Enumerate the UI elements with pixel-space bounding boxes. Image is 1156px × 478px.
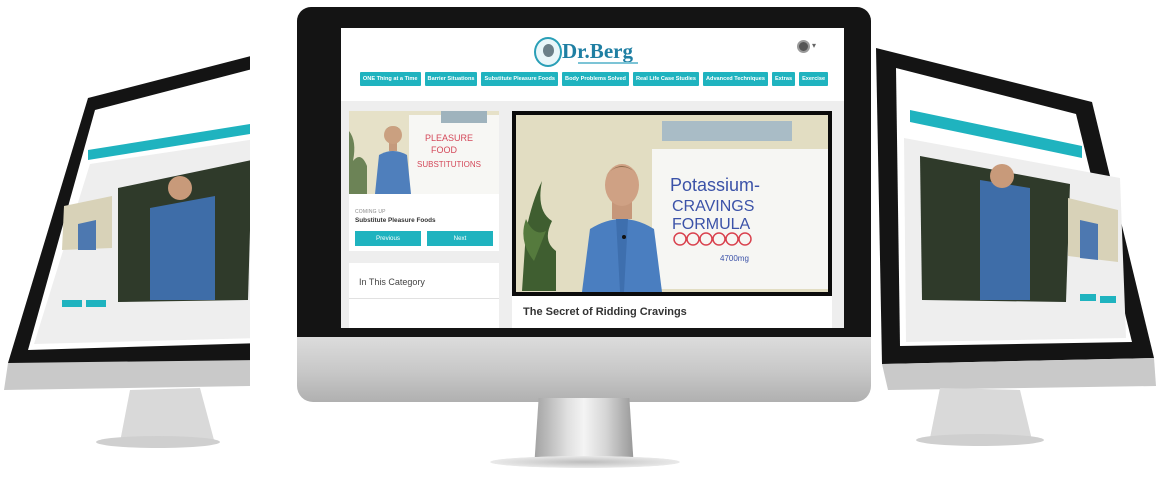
nav-item-advanced-techniques[interactable]: Advanced Techniques [702,72,768,86]
nav-item-exercise[interactable]: Exercise [799,72,829,86]
board-line-3: FORMULA [672,216,751,233]
nav-item-substitute-pleasure-foods[interactable]: Substitute Pleasure Foods [481,72,559,86]
nav-item-body-problems[interactable]: Body Problems Solved [562,72,629,86]
thumb-board-line-1: PLEASURE [425,133,473,143]
board-line-1: Potassium- [670,175,760,195]
doctor-portrait-icon [534,37,562,67]
thumbnail-image: PLEASURE FOOD SUBSTITUTIONS [349,111,499,194]
site-header: Dr.Berg ▾ [341,28,844,72]
nav-item-extras[interactable]: Extras [771,72,796,86]
next-video-thumbnail[interactable]: PLEASURE FOOD SUBSTITUTIONS [349,111,499,194]
thumb-board-line-2: FOOD [431,145,457,155]
monitor-foot [490,456,680,468]
logo-text: Dr.Berg [562,39,633,63]
content-area: PLEASURE FOOD SUBSTITUTIONS COMING UP Su… [341,101,844,328]
thumb-board-line-3: SUBSTITUTIONS [417,160,481,169]
chevron-down-icon[interactable]: ▾ [812,41,816,50]
video-frame: Potassium- CRAVINGS FORMULA 4700mg [516,115,828,292]
coming-up-title[interactable]: Substitute Pleasure Foods [355,217,436,224]
monitor-chin [297,337,871,402]
next-button[interactable]: Next [427,231,493,246]
video-title: The Secret of Ridding Cravings [523,306,687,318]
user-avatar[interactable] [797,40,810,53]
coming-up-card: PLEASURE FOOD SUBSTITUTIONS COMING UP Su… [349,111,499,251]
right-monitor-graphic [876,48,1156,446]
board-line-4: 4700mg [720,254,749,263]
category-nav: ONE Thing at a Time Barrier Situations S… [359,72,829,90]
video-player[interactable]: Potassium- CRAVINGS FORMULA 4700mg [512,111,832,296]
nav-item-barrier-situations[interactable]: Barrier Situations [424,72,478,86]
category-card: In This Category [349,263,499,328]
center-monitor: Dr.Berg ▾ ONE Thing at a Time Barrier Si… [297,7,871,402]
nav-item-case-studies[interactable]: Real Life Case Studies [632,72,699,86]
right-monitor [870,38,1156,450]
left-monitor [0,38,250,450]
category-title: In This Category [359,277,425,287]
logo-underline [578,62,638,64]
monitor-screen: Dr.Berg ▾ ONE Thing at a Time Barrier Si… [341,28,844,328]
nav-item-one-thing[interactable]: ONE Thing at a Time [359,72,421,86]
left-monitor-graphic [4,56,250,448]
previous-button[interactable]: Previous [355,231,421,246]
coming-up-label: COMING UP [355,209,386,215]
monitor-stand [534,398,634,464]
site-logo[interactable]: Dr.Berg [534,37,654,67]
board-line-2: CRAVINGS [672,198,754,215]
monitor-bezel: Dr.Berg ▾ ONE Thing at a Time Barrier Si… [297,7,871,337]
divider [349,298,499,299]
main-video-card: Potassium- CRAVINGS FORMULA 4700mg The S… [512,111,832,328]
